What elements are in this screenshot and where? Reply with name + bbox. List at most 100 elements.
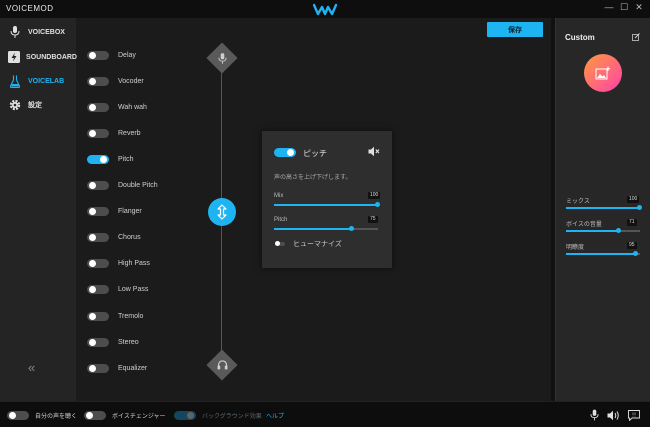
- microphone-icon[interactable]: [587, 408, 601, 422]
- edit-icon[interactable]: [632, 33, 640, 43]
- pitch-slider-handle[interactable]: [349, 226, 354, 231]
- voice-volume-handle[interactable]: [615, 228, 621, 233]
- feedback-icon[interactable]: !!: [627, 408, 641, 422]
- gear-icon: [8, 98, 22, 112]
- voice-info-panel: Custom ミックス 100 ボイスの音量 71 明瞭度 95: [555, 18, 650, 401]
- effect-item-chorus[interactable]: Chorus: [87, 231, 141, 245]
- humanize-label: ヒューマナイズ: [293, 241, 342, 248]
- mix-volume-slider[interactable]: [566, 205, 642, 210]
- hear-myself-control[interactable]: 自分の声を聴く: [7, 402, 77, 427]
- effect-name: Reverb: [118, 129, 141, 137]
- hear-myself-toggle[interactable]: [7, 410, 29, 420]
- clarity-slider[interactable]: [566, 251, 640, 256]
- effect-item-flanger[interactable]: Flanger: [87, 205, 142, 219]
- voice-changer-toggle[interactable]: [84, 410, 106, 420]
- microphone-icon: [8, 25, 22, 39]
- effect-item-vocoder[interactable]: Vocoder: [87, 74, 144, 88]
- effect-item-delay[interactable]: Delay: [87, 48, 136, 62]
- effect-name: Pitch: [118, 155, 134, 163]
- voice-volume-label: ボイスの音量: [566, 222, 602, 228]
- effect-name: Stereo: [118, 338, 139, 346]
- mix-label: ミックス: [566, 199, 590, 205]
- mute-icon[interactable]: [368, 146, 380, 159]
- pitch-slider-label: Pitch: [274, 217, 288, 223]
- effect-toggle[interactable]: [87, 207, 109, 217]
- effect-toggle[interactable]: [87, 128, 109, 138]
- sidebar-item-voicebox[interactable]: VOICEBOX: [0, 21, 77, 43]
- sidebar: VOICEBOX SOUNDBOARD VOICELAB 設定 «: [0, 18, 77, 401]
- effect-item-stereo[interactable]: Stereo: [87, 335, 139, 349]
- sidebar-item-settings[interactable]: 設定: [0, 94, 77, 116]
- effect-toggle[interactable]: [87, 76, 109, 86]
- headphones-icon: [211, 354, 233, 376]
- sidebar-item-label: VOICELAB: [28, 77, 65, 85]
- sidebar-item-voicelab[interactable]: VOICELAB: [0, 70, 77, 92]
- sidebar-item-label: SOUNDBOARD: [26, 53, 77, 61]
- background-effects-label: バックグラウンド効果: [202, 413, 262, 420]
- effect-name: Wah wah: [118, 103, 147, 111]
- effect-enable-toggle[interactable]: [274, 148, 296, 157]
- effect-item-high-pass[interactable]: High Pass: [87, 257, 150, 271]
- effect-toggle[interactable]: [87, 50, 109, 60]
- pitch-node-button[interactable]: [208, 198, 236, 226]
- pitch-arrows-icon: [217, 204, 227, 220]
- effect-title: ピッチ: [303, 149, 327, 158]
- effect-item-reverb[interactable]: Reverb: [87, 126, 141, 140]
- app-title: VOICEMOD: [6, 4, 54, 13]
- mix-volume-fill: [566, 207, 640, 209]
- mix-slider-handle[interactable]: [375, 202, 380, 207]
- pitch-slider-fill: [274, 228, 352, 230]
- microphone-icon: [211, 47, 233, 69]
- effect-toggle[interactable]: [87, 285, 109, 295]
- effect-name: Delay: [118, 51, 136, 59]
- effect-toggle[interactable]: [87, 363, 109, 373]
- effect-name: Equalizer: [118, 364, 148, 372]
- save-button[interactable]: 保存: [487, 22, 543, 37]
- effect-name: Tremolo: [118, 312, 144, 320]
- background-effects-toggle[interactable]: [174, 410, 196, 420]
- effect-item-pitch[interactable]: Pitch: [87, 152, 134, 166]
- minimize-button[interactable]: —: [603, 2, 615, 12]
- effect-toggle[interactable]: [87, 311, 109, 321]
- effect-toggle[interactable]: [87, 337, 109, 347]
- background-effects-control[interactable]: バックグラウンド効果: [174, 402, 262, 427]
- voicelab-editor: Delay Vocoder Wah wah Reverb Pitch Double Pit…: [77, 18, 551, 401]
- mix-slider-fill: [274, 204, 378, 206]
- effect-item-equalizer[interactable]: Equalizer: [87, 361, 147, 375]
- help-link[interactable]: ヘルプ: [266, 411, 284, 420]
- voice-volume-fill: [566, 230, 619, 232]
- lightning-icon: [8, 50, 21, 64]
- maximize-button[interactable]: ☐: [618, 2, 630, 13]
- hear-myself-label: 自分の声を聴く: [35, 413, 78, 420]
- voice-changer-control[interactable]: ボイスチェンジャー: [84, 402, 166, 427]
- clarity-value: 95: [627, 242, 637, 249]
- mix-value: 100: [627, 196, 640, 203]
- mix-volume-handle[interactable]: [637, 205, 642, 210]
- effect-item-tremolo[interactable]: Tremolo: [87, 309, 143, 323]
- voice-volume-slider[interactable]: [566, 228, 640, 233]
- mix-slider-label: Mix: [274, 193, 284, 199]
- pitch-slider-value: 75: [368, 216, 378, 223]
- title-bar: VOICEMOD — ☐ ✕: [0, 0, 650, 18]
- clarity-handle[interactable]: [633, 251, 639, 256]
- close-button[interactable]: ✕: [633, 2, 645, 13]
- effect-toggle[interactable]: [87, 154, 109, 164]
- effect-name: Low Pass: [118, 286, 149, 294]
- effect-item-wah-wah[interactable]: Wah wah: [87, 100, 147, 114]
- effect-toggle[interactable]: [87, 233, 109, 243]
- pitch-slider[interactable]: [274, 226, 378, 231]
- effect-toggle[interactable]: [87, 181, 109, 190]
- bottom-bar: 自分の声を聴く ボイスチェンジャー バックグラウンド効果 ヘルプ !!: [0, 401, 650, 427]
- collapse-sidebar-button[interactable]: «: [28, 360, 35, 375]
- voice-avatar-button[interactable]: [584, 54, 622, 92]
- effect-name: Chorus: [118, 234, 141, 242]
- mix-slider[interactable]: [274, 202, 380, 207]
- effect-name: Flanger: [118, 208, 142, 216]
- sidebar-item-soundboard[interactable]: SOUNDBOARD: [0, 46, 77, 68]
- effect-item-low-pass[interactable]: Low Pass: [87, 283, 148, 297]
- effect-item-double-pitch[interactable]: Double Pitch: [87, 179, 158, 193]
- effect-toggle[interactable]: [87, 102, 109, 112]
- speaker-icon[interactable]: [606, 408, 620, 422]
- humanize-toggle[interactable]: [275, 241, 285, 246]
- effect-toggle[interactable]: [87, 259, 109, 269]
